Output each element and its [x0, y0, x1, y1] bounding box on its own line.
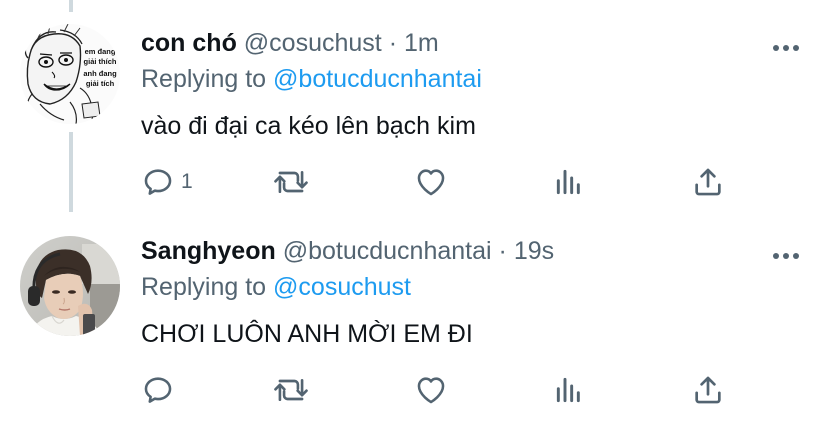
avatar-caption-line: giải thích [84, 57, 117, 66]
tweet-text: CHƠI LUÔN ANH MỜI EM ĐI [141, 320, 473, 348]
tweet-2[interactable]: Sanghyeon @botucducnhantai · 19s Replyin… [0, 212, 828, 423]
separator: · [498, 237, 507, 265]
replying-to-prefix: Replying to [141, 273, 267, 301]
replying-to-mention[interactable]: @cosuchust [273, 273, 411, 301]
replying-to: Replying to @botucducnhantai [141, 63, 482, 95]
retweet-icon [273, 165, 309, 199]
thread-line-top [69, 0, 73, 12]
tweet-actions [141, 372, 741, 412]
user-handle[interactable]: @cosuchust [244, 29, 382, 57]
replying-to: Replying to @cosuchust [141, 271, 411, 303]
share-icon [691, 165, 725, 199]
tweet-text: vào đi đại ca kéo lên bạch kim [141, 112, 476, 140]
thread-line-connector [69, 132, 73, 212]
like-button[interactable] [414, 164, 448, 200]
retweet-button[interactable] [273, 164, 309, 200]
share-button[interactable] [691, 164, 725, 200]
reply-button[interactable] [141, 372, 181, 408]
timestamp[interactable]: 19s [514, 237, 554, 265]
tweet-1[interactable]: em đang giải thích anh đang giải tích co… [0, 0, 828, 212]
tweet-header: Sanghyeon @botucducnhantai · 19s [141, 235, 554, 267]
heart-icon [414, 165, 448, 199]
timestamp[interactable]: 1m [404, 29, 439, 57]
reply-count: 1 [181, 170, 193, 193]
share-button[interactable] [691, 372, 725, 408]
display-name[interactable]: con chó [141, 29, 237, 57]
more-horizontal-icon[interactable] [772, 248, 800, 259]
avatar[interactable] [20, 236, 120, 336]
replying-to-prefix: Replying to [141, 65, 267, 93]
analytics-icon [553, 165, 585, 199]
analytics-icon [553, 373, 585, 407]
user-handle[interactable]: @botucducnhantai [283, 237, 492, 265]
tweet-actions: 1 [141, 164, 741, 204]
heart-icon [414, 373, 448, 407]
separator: · [388, 29, 398, 57]
replying-to-mention[interactable]: @botucducnhantai [273, 65, 482, 93]
retweet-icon [273, 373, 309, 407]
avatar[interactable]: em đang giải thích anh đang giải tích [20, 24, 120, 124]
analytics-button[interactable] [553, 164, 585, 200]
tweet-header: con chó @cosuchust · 1m [141, 27, 439, 59]
avatar-caption-line: anh đang [83, 69, 117, 78]
reply-bubble-icon [141, 373, 175, 407]
analytics-button[interactable] [553, 372, 585, 408]
like-button[interactable] [414, 372, 448, 408]
avatar-caption-line: em đang [85, 47, 116, 56]
share-icon [691, 373, 725, 407]
retweet-button[interactable] [273, 372, 309, 408]
avatar-caption-line: giải tích [86, 79, 115, 88]
display-name[interactable]: Sanghyeon [141, 237, 276, 265]
more-horizontal-icon[interactable] [772, 40, 800, 51]
reply-button[interactable]: 1 [141, 164, 193, 200]
reply-bubble-icon [141, 165, 175, 199]
